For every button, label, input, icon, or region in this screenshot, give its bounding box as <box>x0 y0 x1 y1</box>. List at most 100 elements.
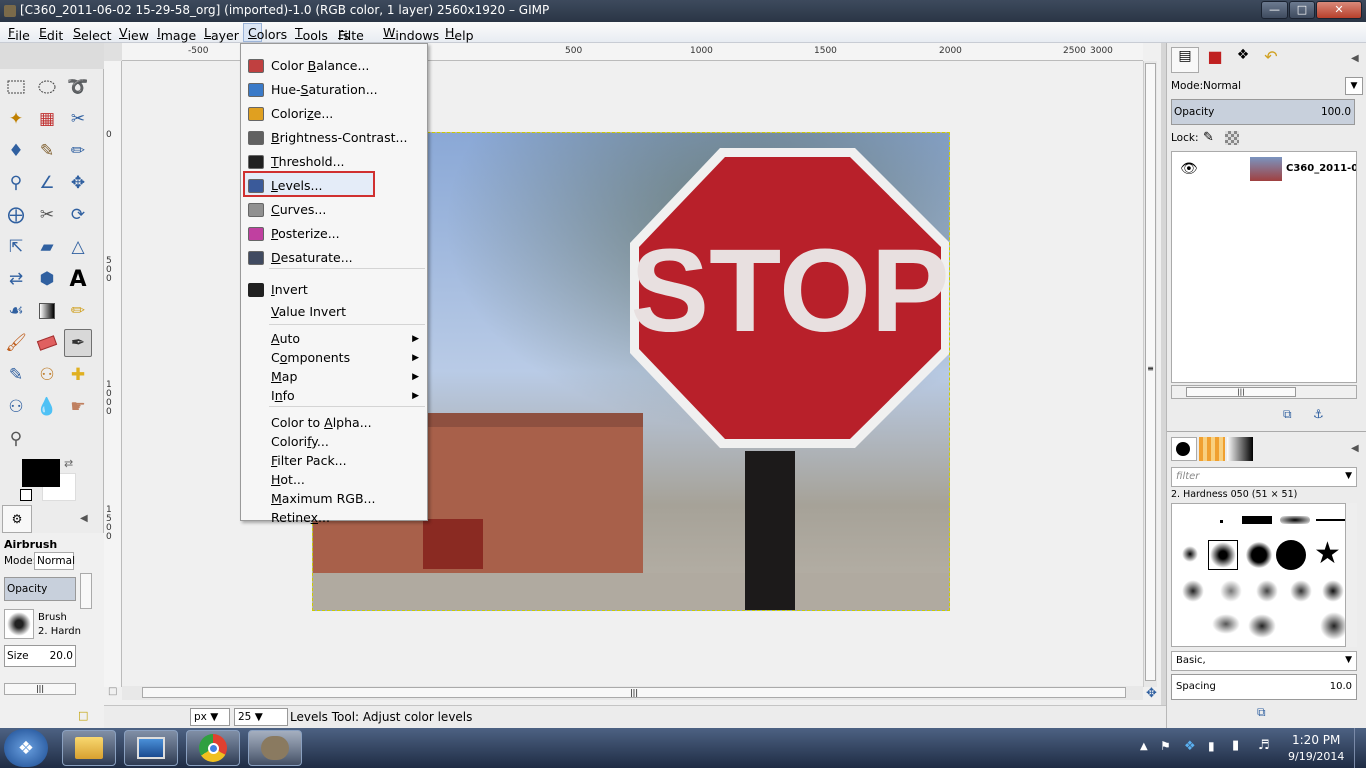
zoom-icon[interactable]: ⚲ <box>2 169 30 197</box>
layers-hscroll-thumb[interactable]: ||| <box>1186 387 1296 397</box>
free-select-icon[interactable]: ➰ <box>64 73 92 101</box>
chrome-taskbar-button[interactable] <box>186 730 240 766</box>
brush-grid[interactable]: ★ <box>1171 503 1357 647</box>
layers-tab-icon[interactable]: ▤ <box>1171 47 1199 73</box>
brush-item[interactable] <box>1320 612 1348 640</box>
brush-item-selected[interactable] <box>1208 540 1238 570</box>
menu-image[interactable]: Image <box>157 25 196 43</box>
ellipse-select-icon[interactable] <box>33 73 61 101</box>
colors-menu-item[interactable]: Value Invert <box>271 304 346 319</box>
brush-item[interactable] <box>1276 540 1306 570</box>
rect-select-icon[interactable] <box>2 73 30 101</box>
tool-options-tab-icon[interactable]: ⚙ <box>2 505 32 533</box>
brush-item[interactable] <box>1290 580 1312 602</box>
colors-menu-item[interactable]: Posterize... <box>271 226 340 241</box>
colors-menu-item[interactable]: Levels... <box>271 178 322 193</box>
gradients-tab-icon[interactable] <box>1227 437 1253 461</box>
paintbrush-icon[interactable]: 🖌 <box>2 329 30 357</box>
menu-tools[interactable]: Tools <box>295 25 328 43</box>
brush-item[interactable] <box>1212 614 1240 634</box>
foreground-select-icon[interactable]: ♦ <box>2 137 30 165</box>
colors-menu-item[interactable]: Desaturate... <box>271 250 353 265</box>
shear-icon[interactable]: ▰ <box>33 233 61 261</box>
brush-item[interactable] <box>1182 546 1198 562</box>
brush-item[interactable] <box>1220 520 1223 523</box>
explorer-taskbar-button[interactable] <box>62 730 116 766</box>
blur-icon[interactable]: 💧 <box>33 393 61 421</box>
vertical-scrollbar[interactable]: ≡ <box>1143 61 1157 687</box>
brush-filter-input[interactable]: filter ▼ <box>1171 467 1357 487</box>
opacity-slider[interactable]: Opacity <box>4 577 76 601</box>
clone-icon[interactable]: ⚇ <box>33 361 61 389</box>
menu-edit[interactable]: Edit <box>39 25 63 43</box>
layer-row[interactable]: 👁 C360_2011-06-0 <box>1172 152 1356 188</box>
blend-icon[interactable] <box>33 297 61 325</box>
tool-options-menu-icon[interactable]: ◀ <box>80 513 88 524</box>
colors-menu-item[interactable]: Maximum RGB... <box>271 491 375 506</box>
colors-menu-item[interactable]: Invert <box>271 282 308 297</box>
menu-file[interactable]: File <box>8 25 30 43</box>
menu-help[interactable]: Help <box>445 25 474 43</box>
text-tool-icon[interactable]: A <box>64 265 92 293</box>
zoom-dropdown[interactable]: 25 ▼ <box>234 708 288 726</box>
brush-spacing-slider[interactable]: Spacing 10.0 <box>1171 674 1357 700</box>
perspective-icon[interactable]: △ <box>64 233 92 261</box>
brush-item[interactable] <box>1316 519 1348 521</box>
lock-alpha-icon[interactable] <box>1225 131 1239 145</box>
brush-item[interactable] <box>1220 580 1242 602</box>
paths-icon[interactable]: ✎ <box>33 137 61 165</box>
clock-date[interactable]: 9/19/2014 <box>1288 750 1344 763</box>
network-icon[interactable]: ▮ <box>1232 738 1239 753</box>
pencil-icon[interactable]: ✏ <box>64 297 92 325</box>
brush-item[interactable] <box>1256 580 1278 602</box>
tool-options-scrollbar[interactable] <box>80 573 92 609</box>
brush-item[interactable] <box>1246 542 1272 568</box>
colors-menu-item[interactable]: Color to Alpha... <box>271 415 372 430</box>
bucket-fill-icon[interactable]: ☙ <box>2 297 30 325</box>
menu-view[interactable]: View <box>119 25 149 43</box>
layers-hscrollbar[interactable]: ||| <box>1171 385 1357 399</box>
menu-select[interactable]: Select <box>73 25 112 43</box>
layers-mode-dropdown[interactable]: ▼ <box>1345 77 1363 95</box>
mode-dropdown[interactable]: Normal <box>34 552 75 570</box>
computer-taskbar-button[interactable] <box>124 730 178 766</box>
show-hidden-icons-icon[interactable]: ▲ <box>1140 741 1148 752</box>
colors-submenu-item[interactable]: Map <box>271 369 297 384</box>
battery-icon[interactable]: ▮ <box>1208 739 1215 753</box>
menu-colors[interactable]: Colors <box>243 23 287 42</box>
scale-icon[interactable]: ⇱ <box>2 233 30 261</box>
cage-transform-icon[interactable]: ⬢ <box>33 265 61 293</box>
smudge-icon[interactable]: ☛ <box>64 393 92 421</box>
close-button[interactable]: ✕ <box>1316 1 1362 19</box>
star-brush-icon[interactable]: ★ <box>1314 536 1341 571</box>
select-by-color-icon[interactable]: ▦ <box>33 105 61 133</box>
colors-submenu-item[interactable]: Components <box>271 350 350 365</box>
brush-item[interactable] <box>1280 516 1310 524</box>
brushes-tab-icon[interactable] <box>1171 437 1197 461</box>
action-center-icon[interactable]: ⚑ <box>1160 739 1171 753</box>
colors-menu-item[interactable]: Curves... <box>271 202 326 217</box>
colors-menu-item[interactable]: Colorify... <box>271 434 329 449</box>
maximize-button[interactable]: □ <box>1289 1 1315 19</box>
vertical-scroll-thumb[interactable]: ≡ <box>1145 63 1156 681</box>
colors-menu-item[interactable]: Retinex... <box>271 510 330 525</box>
visibility-eye-icon[interactable]: 👁 <box>1180 161 1198 177</box>
colors-menu-item[interactable]: Threshold... <box>271 154 345 169</box>
minimize-button[interactable]: — <box>1261 1 1288 19</box>
measure-icon[interactable]: ∠ <box>33 169 61 197</box>
patterns-tab-icon[interactable] <box>1199 437 1225 461</box>
menu-windows[interactable]: Windows <box>383 25 439 43</box>
horizontal-scrollbar[interactable]: ||| <box>122 686 1143 700</box>
dropbox-icon[interactable]: ❖ <box>1184 739 1196 754</box>
swap-colors-icon[interactable]: ⇄ <box>64 457 73 470</box>
rotate-icon[interactable]: ⟳ <box>64 201 92 229</box>
brush-grid-scrollbar[interactable] <box>1345 503 1357 647</box>
channels-tab-icon[interactable]: ■ <box>1201 47 1229 73</box>
align-icon[interactable]: ⨁ <box>2 201 30 229</box>
ink-icon[interactable]: ✎ <box>2 361 30 389</box>
paths-tab-icon[interactable]: ❖ <box>1229 47 1257 73</box>
dodge-burn-icon[interactable]: ⚲ <box>2 425 30 453</box>
restore-defaults-icon[interactable]: □ <box>78 709 88 722</box>
colors-menu-item[interactable]: Color Balance... <box>271 58 369 73</box>
brushes-dock-menu-icon[interactable]: ◀ <box>1351 443 1359 454</box>
